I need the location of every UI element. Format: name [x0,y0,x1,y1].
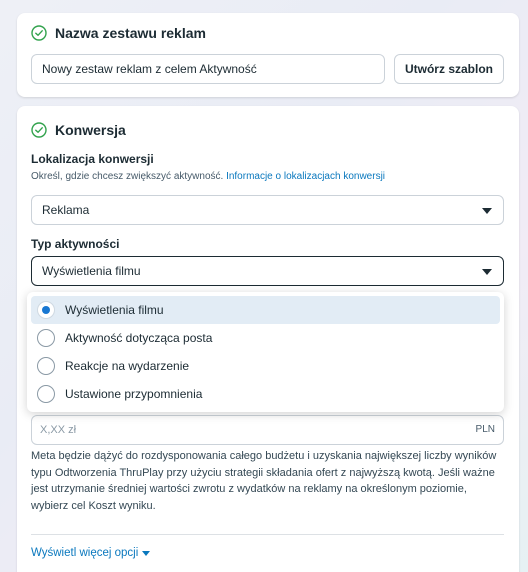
activity-option-video-views[interactable]: Wyświetlenia filmu [31,296,500,324]
conversion-location-helper: Określ, gdzie chcesz zwiększyć aktywność… [31,171,385,182]
caret-down-icon [482,208,492,214]
conversion-location-select[interactable]: Reklama [31,195,504,225]
show-more-options-link[interactable]: Wyświetl więcej opcji [31,547,151,559]
radio-icon [37,385,55,403]
activity-option-label: Wyświetlenia filmu [65,303,164,317]
radio-icon [37,357,55,375]
create-template-button[interactable]: Utwórz szablon [394,54,504,84]
activity-type-label: Typ aktywności [31,237,120,251]
activity-option-event-responses[interactable]: Reakcje na wydarzenie [31,352,500,380]
conversion-header: Konwersja [31,122,126,138]
show-more-options-label: Wyświetl więcej opcji [31,547,139,559]
radio-selected-icon [37,301,55,319]
conversion-location-value: Reklama [42,203,90,217]
activity-option-label: Ustawione przypomnienia [65,387,203,401]
bid-amount-placeholder: X,XX zł [40,424,77,436]
activity-type-value: Wyświetlenia filmu [42,264,141,278]
activity-option-label: Aktywność dotycząca posta [65,331,213,345]
ad-set-name-title: Nazwa zestawu reklam [55,25,206,41]
activity-option-reminders-set[interactable]: Ustawione przypomnienia [31,380,500,408]
ad-set-name-header: Nazwa zestawu reklam [31,25,206,41]
activity-option-post-engagement[interactable]: Aktywność dotycząca posta [31,324,500,352]
conversion-title: Konwersja [55,122,126,138]
caret-down-icon [482,269,492,275]
caret-down-icon [142,551,151,556]
conversion-location-label: Lokalizacja konwersji [31,152,154,166]
conversion-location-helper-text: Określ, gdzie chcesz zwiększyć aktywność… [31,171,224,182]
currency-label: PLN [475,424,495,435]
bid-amount-input[interactable]: X,XX zł PLN [31,415,504,445]
radio-icon [37,329,55,347]
ad-set-name-card: Nazwa zestawu reklam Nowy zestaw reklam … [17,13,519,97]
activity-type-select[interactable]: Wyświetlenia filmu [31,256,504,286]
check-circle-icon [31,122,47,138]
activity-type-dropdown: Wyświetlenia filmu Aktywność dotycząca p… [27,292,504,412]
ad-set-name-input[interactable]: Nowy zestaw reklam z celem Aktywność [31,54,385,84]
bid-strategy-description: Meta będzie dążyć do rozdysponowania cał… [31,450,497,512]
divider [31,534,504,535]
check-circle-icon [31,25,47,41]
activity-option-label: Reakcje na wydarzenie [65,359,190,373]
conversion-location-info-link[interactable]: Informacje o lokalizacjach konwersji [226,171,385,182]
